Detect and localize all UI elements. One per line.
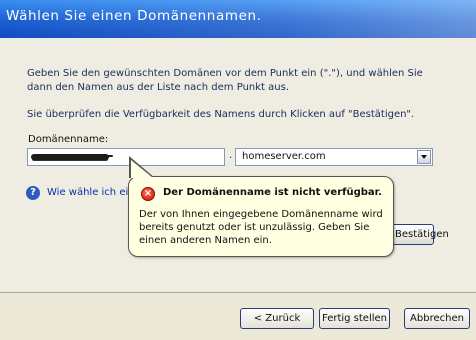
verify-text: Sie überprüfen die Verfügbarkeit des Nam… (27, 109, 415, 120)
finish-button[interactable]: Fertig stellen (319, 308, 390, 329)
chevron-down-icon[interactable] (417, 150, 431, 164)
domain-name-label: Domänenname: (28, 134, 109, 145)
domain-suffix-value: homeserver.com (242, 151, 326, 162)
error-balloon: × Der Domänenname ist nicht verfügbar. D… (128, 176, 394, 257)
redacted-text (31, 154, 109, 160)
confirm-button-label: Bestätigen (395, 229, 449, 240)
intro-text-line1: Geben Sie den gewünschten Domänen vor de… (27, 68, 423, 79)
wizard-header: Wählen Sie einen Domänennamen. (0, 0, 476, 38)
domain-name-input[interactable] (27, 148, 225, 166)
error-message: Der von Ihnen eingegebene Domänenname wi… (139, 209, 383, 246)
help-icon[interactable]: ? (26, 186, 40, 200)
cancel-button[interactable]: Abbrechen (404, 308, 470, 329)
back-button[interactable]: < Zurück (240, 308, 314, 329)
balloon-tail-fill (131, 160, 153, 178)
page-title: Wählen Sie einen Domänennamen. (6, 8, 262, 24)
help-link[interactable]: Wie wähle ich ein (47, 187, 135, 198)
domain-suffix-select[interactable]: homeserver.com (235, 148, 433, 166)
error-icon: × (141, 187, 155, 201)
intro-text-line2: dann den Namen aus der Liste nach dem Pu… (27, 82, 289, 93)
domain-dot-separator: . (229, 150, 233, 161)
error-title: Der Domänenname ist nicht verfügbar. (163, 187, 382, 198)
